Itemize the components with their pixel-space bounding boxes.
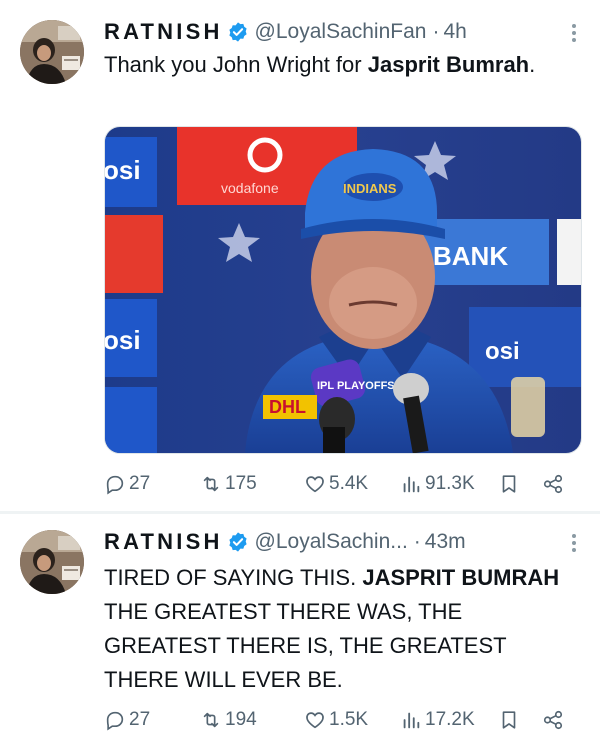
views-icon	[403, 712, 420, 729]
handle[interactable]: @LoyalSachin...	[255, 530, 408, 554]
action-bar: 27 175 5.4K 91.3K	[104, 469, 580, 499]
like-count: 1.5K	[329, 709, 369, 730]
repost-button[interactable]: 175	[200, 469, 257, 499]
avatar[interactable]	[20, 20, 84, 84]
avatar[interactable]	[20, 530, 84, 594]
tweet-image[interactable]: osi vodafone osi BANK osi INDIANS IPL PL…	[104, 126, 582, 454]
repost-icon	[203, 476, 219, 492]
like-button[interactable]: 5.4K	[304, 469, 368, 499]
tweet-header: RATNISH @LoyalSachin... · 43m	[104, 527, 584, 557]
like-button[interactable]: 1.5K	[304, 705, 368, 735]
reply-icon	[106, 711, 124, 731]
bookmark-button[interactable]	[498, 705, 523, 735]
share-icon	[543, 474, 563, 494]
separator-dot: ·	[432, 20, 440, 43]
reply-icon	[106, 475, 124, 495]
reply-count: 27	[129, 709, 151, 730]
action-bar: 27 194 1.5K 17.2K	[104, 705, 580, 735]
media-vodafone-text: vodafone	[221, 180, 279, 196]
tweet-text-tail: THE GREATEST THERE WAS, THE GREATEST THE…	[104, 599, 507, 692]
timestamp[interactable]: 43m	[425, 530, 466, 554]
reply-button[interactable]: 27	[104, 705, 150, 735]
display-name[interactable]: RATNISH	[104, 529, 223, 555]
views-count: 91.3K	[425, 473, 475, 494]
separator-dot: ·	[413, 530, 421, 553]
tweet-text-bold: JASPRIT BUMRAH	[362, 565, 560, 590]
verified-badge-icon	[228, 22, 247, 42]
display-name[interactable]: RATNISH	[104, 19, 223, 45]
repost-icon	[203, 712, 219, 728]
views-button[interactable]: 91.3K	[400, 469, 475, 499]
views-button[interactable]: 17.2K	[400, 705, 475, 735]
media-cap-text: INDIANS	[343, 181, 397, 196]
repost-count: 175	[225, 473, 257, 494]
tweet-text: TIRED OF SAYING THIS. JASPRIT BUMRAH THE…	[104, 561, 574, 697]
tweet-text-bold: Jasprit Bumrah	[367, 52, 530, 77]
share-button[interactable]	[542, 705, 567, 735]
like-icon	[306, 476, 324, 493]
like-count: 5.4K	[329, 473, 369, 494]
more-icon[interactable]	[570, 532, 578, 560]
repost-button[interactable]: 194	[200, 705, 257, 735]
verified-badge-icon	[228, 532, 247, 552]
bookmark-button[interactable]	[498, 469, 523, 499]
bookmark-icon	[502, 475, 516, 493]
reply-count: 27	[129, 473, 151, 494]
share-icon	[543, 710, 563, 730]
media-bank-text: BANK	[433, 241, 508, 271]
more-icon[interactable]	[570, 22, 578, 50]
reply-button[interactable]: 27	[104, 469, 150, 499]
timestamp[interactable]: 4h	[443, 20, 466, 44]
repost-count: 194	[225, 709, 257, 730]
tweet[interactable]: RATNISH @LoyalSachinFan · 4h Thank you J…	[0, 0, 600, 512]
bookmark-icon	[502, 711, 516, 729]
tweet-text-tail: .	[529, 52, 536, 77]
tweet-text: Thank you John Wright for Jasprit Bumrah…	[104, 48, 574, 82]
tweet-header: RATNISH @LoyalSachinFan · 4h	[104, 17, 584, 47]
tweet-text-plain: Thank you John Wright for	[104, 52, 368, 77]
tweet-text-plain: TIRED OF SAYING THIS.	[104, 565, 363, 590]
share-button[interactable]	[542, 469, 567, 499]
svg-text:osi: osi	[105, 155, 141, 185]
media-ipl-text: IPL PLAYOFFS	[317, 380, 395, 392]
handle[interactable]: @LoyalSachinFan	[255, 20, 427, 44]
like-icon	[306, 712, 324, 729]
svg-text:osi: osi	[485, 338, 520, 365]
svg-text:osi: osi	[105, 325, 141, 355]
views-count: 17.2K	[425, 709, 475, 730]
tweet[interactable]: RATNISH @LoyalSachin... · 43m TIRED OF S…	[0, 514, 600, 749]
media-sponsor-text: DHL	[269, 397, 306, 417]
views-icon	[403, 476, 420, 493]
